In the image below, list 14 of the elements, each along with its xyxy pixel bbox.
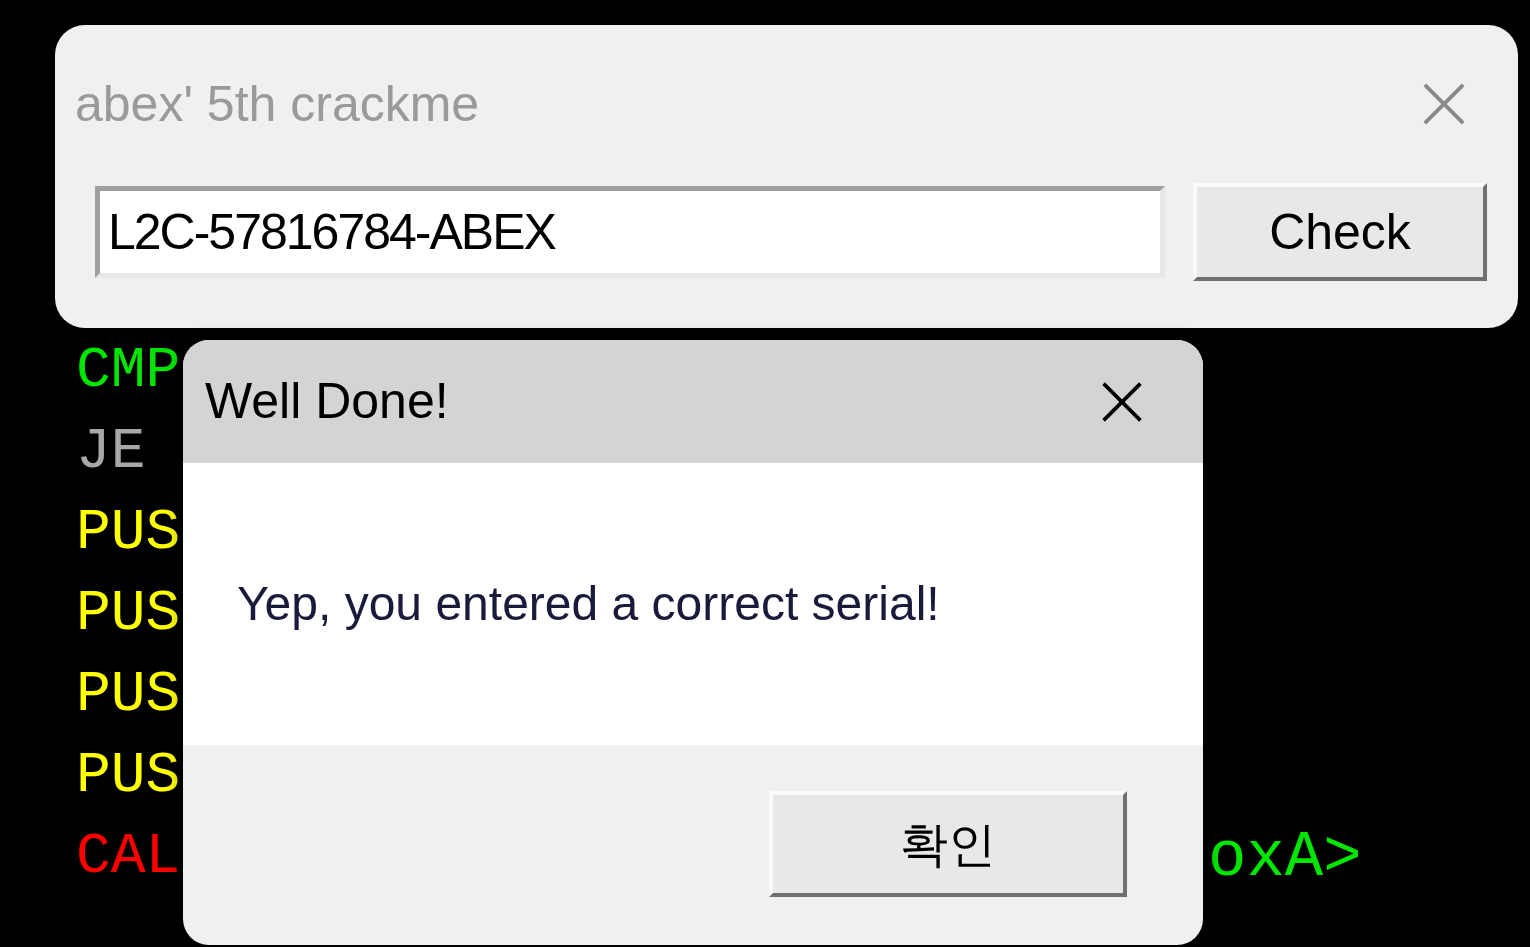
code-text: oxA> — [1208, 821, 1362, 896]
code-text: CAL — [76, 823, 181, 891]
code-text: PUS — [76, 742, 181, 810]
message-text: Yep, you entered a correct serial! — [237, 576, 940, 632]
code-text: CMP — [76, 337, 181, 405]
code-text: PUS — [76, 580, 181, 648]
ok-button[interactable]: 확인 — [769, 791, 1127, 897]
dialog-title: Well Done! — [205, 372, 449, 431]
code-text: JE — [76, 418, 146, 486]
check-button[interactable]: Check — [1193, 183, 1487, 281]
code-text: PUS — [76, 661, 181, 729]
serial-input-field[interactable]: L2C-57816784-ABEX — [95, 186, 1165, 278]
window-title: abex' 5th crackme — [75, 74, 480, 134]
code-text: PUS — [76, 499, 181, 567]
